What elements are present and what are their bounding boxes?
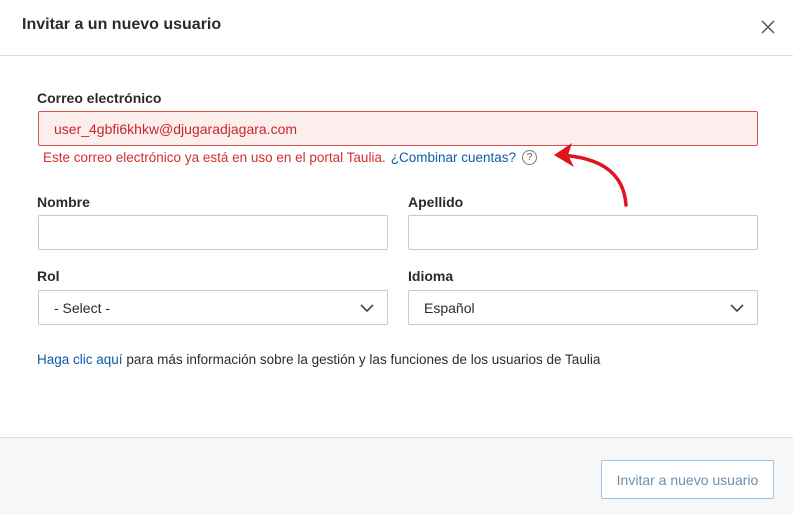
dialog-footer: Invitar a nuevo usuario: [0, 437, 793, 515]
close-icon: [761, 20, 775, 34]
merge-accounts-link[interactable]: ¿Combinar cuentas?: [391, 150, 516, 165]
last-name-label: Apellido: [408, 194, 464, 210]
dialog-header: Invitar a un nuevo usuario: [0, 0, 793, 56]
email-error-message: Este correo electrónico ya está en uso e…: [43, 150, 538, 165]
language-select[interactable]: Español: [408, 290, 758, 325]
role-selected-value: - Select -: [54, 299, 111, 316]
click-here-link[interactable]: Haga clic aquí: [37, 352, 123, 367]
chevron-down-icon: [730, 304, 744, 313]
info-text: para más información sobre la gestión y …: [122, 352, 601, 367]
language-selected-value: Español: [424, 299, 475, 316]
chevron-down-icon: [360, 304, 374, 313]
user-management-info: Haga clic aquí para más información sobr…: [37, 352, 600, 367]
help-icon[interactable]: ?: [522, 150, 538, 165]
close-button[interactable]: [755, 14, 781, 40]
invite-user-button[interactable]: Invitar a nuevo usuario: [601, 460, 774, 499]
invite-user-dialog: Invitar a un nuevo usuario Correo electr…: [0, 0, 793, 515]
first-name-field[interactable]: [38, 215, 388, 250]
language-label: Idioma: [408, 268, 454, 284]
email-label: Correo electrónico: [37, 90, 162, 106]
role-select[interactable]: - Select -: [38, 290, 388, 325]
first-name-label: Nombre: [37, 194, 90, 210]
dialog-title: Invitar a un nuevo usuario: [22, 16, 222, 33]
last-name-field[interactable]: [408, 215, 758, 250]
email-error-text: Este correo electrónico ya está en uso e…: [43, 150, 386, 165]
role-label: Rol: [37, 268, 60, 284]
annotation-arrow-icon: [554, 143, 628, 207]
email-field[interactable]: [38, 111, 758, 146]
